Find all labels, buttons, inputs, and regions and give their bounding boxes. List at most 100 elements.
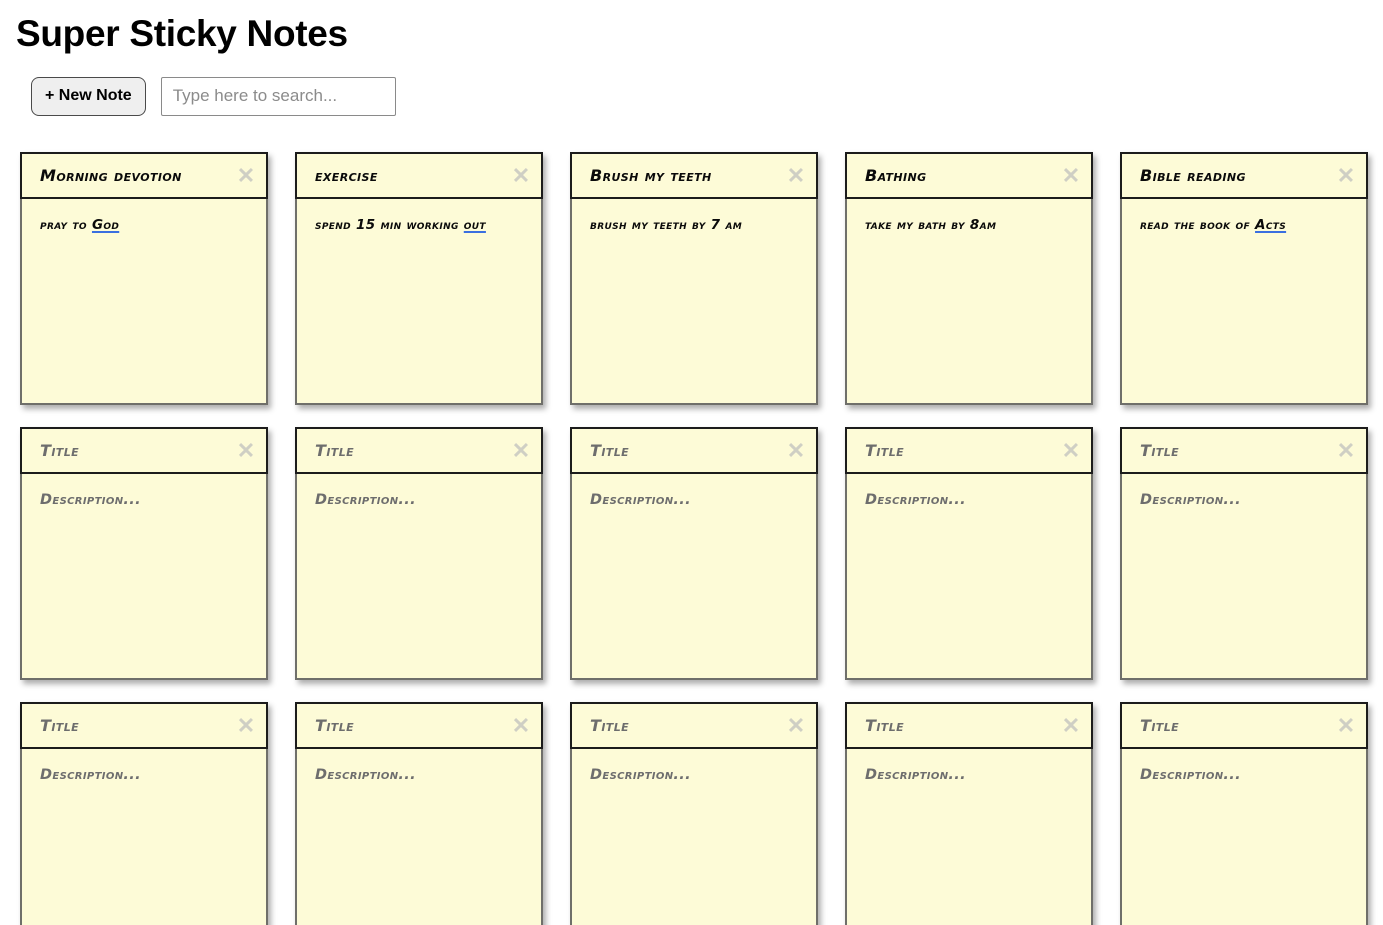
note-title[interactable]: Title <box>590 716 629 736</box>
note-description[interactable]: Description... <box>40 487 250 514</box>
close-icon[interactable]: ✕ <box>1060 439 1082 462</box>
notes-grid: Morning devotion ✕ pray to God exercise ✕ spe… <box>20 152 1380 925</box>
note-header: Bathing ✕ <box>845 152 1093 199</box>
sticky-note: Title ✕ Description... <box>20 427 268 680</box>
note-body: spend 15 min working out <box>295 199 543 405</box>
close-icon[interactable]: ✕ <box>785 714 807 737</box>
sticky-note: exercise ✕ spend 15 min working out <box>295 152 543 405</box>
note-title[interactable]: Title <box>590 441 629 461</box>
note-description[interactable]: Description... <box>1140 762 1350 789</box>
note-title[interactable]: Title <box>865 716 904 736</box>
close-icon[interactable]: ✕ <box>235 714 257 737</box>
close-icon[interactable]: ✕ <box>1060 164 1082 187</box>
note-body: Description... <box>845 474 1093 680</box>
close-icon[interactable]: ✕ <box>510 164 532 187</box>
note-description[interactable]: Description... <box>1140 487 1350 514</box>
note-body: Description... <box>20 749 268 925</box>
sticky-note: Title ✕ Description... <box>570 702 818 925</box>
page-title: Super Sticky Notes <box>16 13 348 54</box>
spellcheck-word: Acts <box>1255 217 1287 233</box>
note-description-text: take my bath by 8am <box>865 217 997 233</box>
note-description[interactable]: Description... <box>865 762 1075 789</box>
note-body: brush my teeth by 7 am <box>570 199 818 405</box>
close-icon[interactable]: ✕ <box>1335 714 1357 737</box>
note-description[interactable]: Description... <box>865 487 1075 514</box>
sticky-note: Title ✕ Description... <box>1120 702 1368 925</box>
sticky-note: Title ✕ Description... <box>295 427 543 680</box>
note-description[interactable]: Description... <box>40 762 250 789</box>
note-description[interactable]: Description... <box>590 487 800 514</box>
note-description-text: Description... <box>590 767 691 783</box>
note-description-text: Description... <box>40 492 141 508</box>
close-icon[interactable]: ✕ <box>785 164 807 187</box>
close-icon[interactable]: ✕ <box>235 439 257 462</box>
note-description-text: Description... <box>40 767 141 783</box>
note-header: Title ✕ <box>1120 427 1368 474</box>
note-title[interactable]: exercise <box>315 166 378 186</box>
note-description-text: Description... <box>1140 492 1241 508</box>
sticky-note: Bible reading ✕ read the book of Acts <box>1120 152 1368 405</box>
note-title[interactable]: Morning devotion <box>40 166 182 186</box>
close-icon[interactable]: ✕ <box>235 164 257 187</box>
close-icon[interactable]: ✕ <box>785 439 807 462</box>
note-title[interactable]: Title <box>315 441 354 461</box>
close-icon[interactable]: ✕ <box>1060 714 1082 737</box>
note-body: Description... <box>295 474 543 680</box>
note-header: Title ✕ <box>570 702 818 749</box>
close-icon[interactable]: ✕ <box>510 439 532 462</box>
note-description[interactable]: spend 15 min working out <box>315 212 525 239</box>
sticky-note: Title ✕ Description... <box>20 702 268 925</box>
note-description[interactable]: take my bath by 8am <box>865 212 1075 239</box>
note-description-text: Description... <box>1140 767 1241 783</box>
note-body: Description... <box>570 749 818 925</box>
close-icon[interactable]: ✕ <box>1335 439 1357 462</box>
note-description[interactable]: read the book of Acts <box>1140 212 1350 239</box>
note-description[interactable]: Description... <box>590 762 800 789</box>
note-body: Description... <box>1120 474 1368 680</box>
note-header: Title ✕ <box>570 427 818 474</box>
note-title[interactable]: Bible reading <box>1140 166 1246 186</box>
note-title[interactable]: Title <box>865 441 904 461</box>
close-icon[interactable]: ✕ <box>1335 164 1357 187</box>
note-title[interactable]: Title <box>1140 441 1179 461</box>
note-body: Description... <box>1120 749 1368 925</box>
note-title[interactable]: Title <box>40 441 79 461</box>
note-description-text: spend 15 min working <box>315 217 464 233</box>
note-title[interactable]: Title <box>1140 716 1179 736</box>
note-header: Title ✕ <box>295 702 543 749</box>
spellcheck-word: out <box>463 217 486 233</box>
note-title[interactable]: Title <box>315 716 354 736</box>
sticky-note: Title ✕ Description... <box>1120 427 1368 680</box>
note-header: Title ✕ <box>20 702 268 749</box>
note-description-text: Description... <box>315 767 416 783</box>
new-note-button[interactable]: + New Note <box>31 77 146 116</box>
note-header: Title ✕ <box>295 427 543 474</box>
note-description-text: pray to <box>40 217 92 233</box>
sticky-note: Title ✕ Description... <box>295 702 543 925</box>
note-description[interactable]: Description... <box>315 487 525 514</box>
note-body: Description... <box>20 474 268 680</box>
sticky-note: Title ✕ Description... <box>570 427 818 680</box>
note-header: Title ✕ <box>1120 702 1368 749</box>
note-body: Description... <box>570 474 818 680</box>
note-description[interactable]: pray to God <box>40 212 250 239</box>
close-icon[interactable]: ✕ <box>510 714 532 737</box>
note-body: Description... <box>295 749 543 925</box>
note-header: Title ✕ <box>845 427 1093 474</box>
note-title[interactable]: Title <box>40 716 79 736</box>
search-input[interactable] <box>160 77 396 116</box>
note-title[interactable]: Brush my teeth <box>590 166 712 186</box>
note-description[interactable]: brush my teeth by 7 am <box>590 212 800 239</box>
note-description-text: read the book of <box>1140 217 1256 233</box>
note-body: take my bath by 8am <box>845 199 1093 405</box>
note-header: Bible reading ✕ <box>1120 152 1368 199</box>
app-root: Super Sticky Notes + New Note Morning de… <box>0 0 1383 925</box>
note-description-text: Description... <box>865 492 966 508</box>
note-header: Title ✕ <box>20 427 268 474</box>
note-description-text: Description... <box>865 767 966 783</box>
note-title[interactable]: Bathing <box>865 166 927 186</box>
sticky-note: Bathing ✕ take my bath by 8am <box>845 152 1093 405</box>
note-body: read the book of Acts <box>1120 199 1368 405</box>
sticky-note: Morning devotion ✕ pray to God <box>20 152 268 405</box>
note-description[interactable]: Description... <box>315 762 525 789</box>
